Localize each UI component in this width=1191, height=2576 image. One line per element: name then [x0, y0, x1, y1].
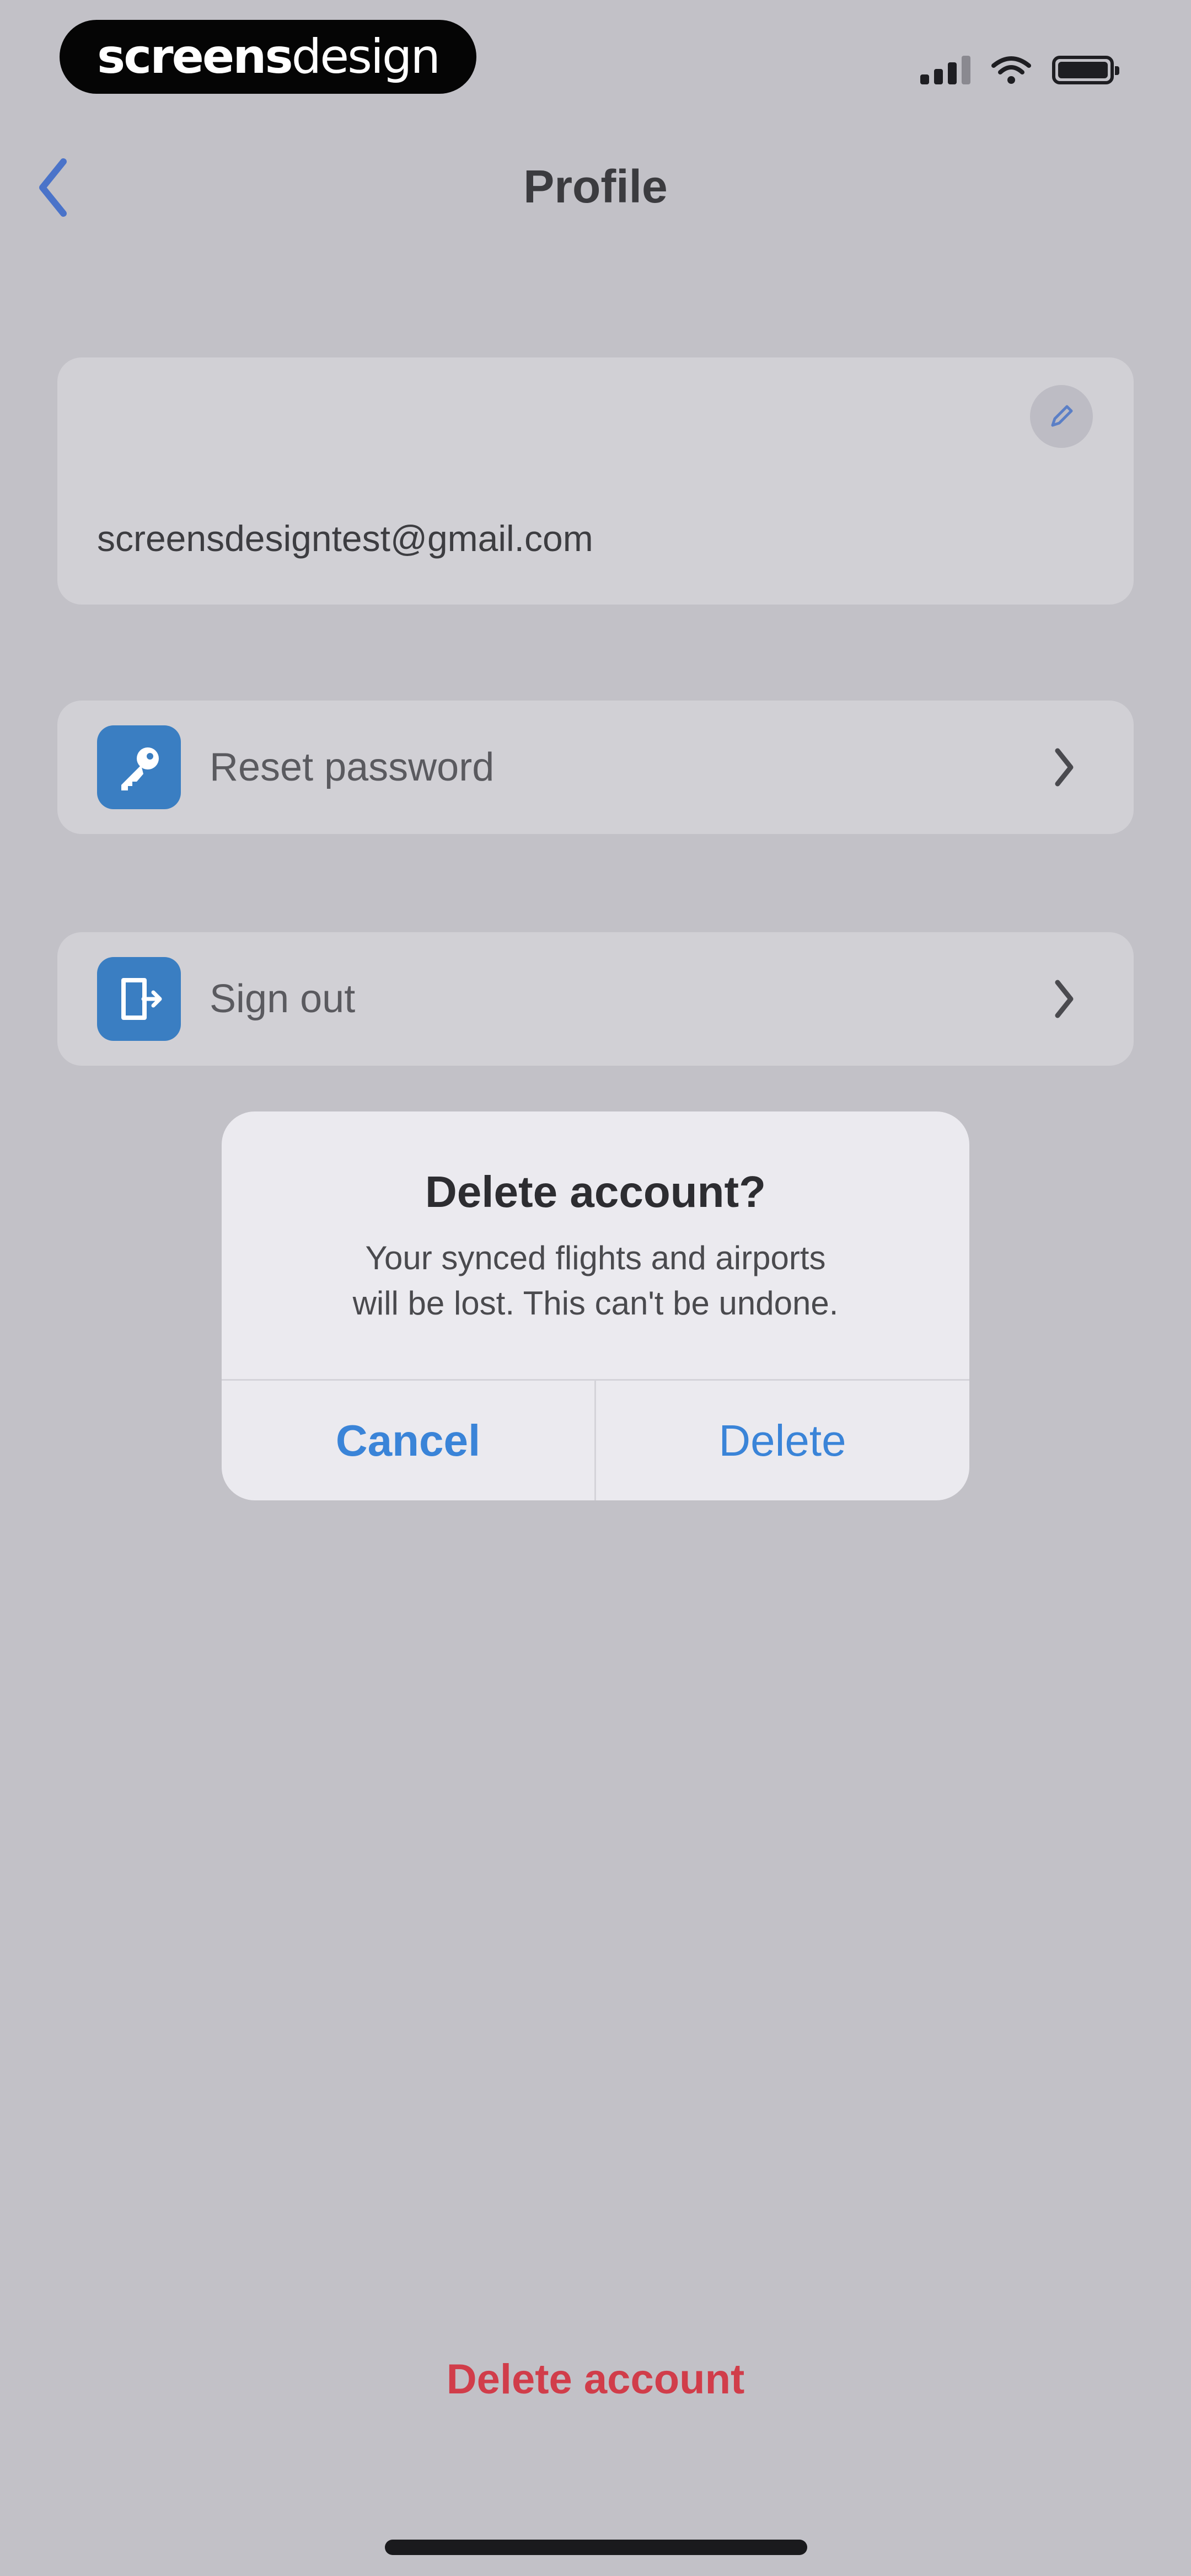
edit-profile-button[interactable]	[1030, 385, 1093, 448]
cancel-button[interactable]: Cancel	[222, 1381, 594, 1500]
sign-out-label: Sign out	[210, 977, 356, 1021]
delete-account-button[interactable]: Delete account	[0, 2355, 1191, 2403]
alert-message-line-2: will be lost. This can't be undone.	[352, 1285, 839, 1322]
profile-card: screensdesigntest@gmail.com	[57, 357, 1134, 605]
brand-watermark: screens design	[60, 20, 476, 94]
page-title: Profile	[523, 161, 668, 212]
alert-title: Delete account?	[425, 1167, 766, 1216]
home-indicator[interactable]	[385, 2540, 807, 2555]
sign-out-row[interactable]: Sign out	[57, 932, 1134, 1066]
chevron-right-icon	[1048, 745, 1081, 789]
reset-password-label: Reset password	[210, 745, 495, 789]
delete-account-alert: Delete account? Your synced flights and …	[222, 1111, 969, 1500]
brand-bold-text: screens	[97, 29, 293, 84]
reset-password-row[interactable]: Reset password	[57, 701, 1134, 834]
status-icons	[920, 51, 1119, 89]
battery-icon	[1052, 56, 1119, 84]
profile-email: screensdesigntest@gmail.com	[97, 518, 593, 559]
wifi-icon	[991, 56, 1031, 84]
delete-button[interactable]: Delete	[596, 1381, 969, 1500]
cellular-signal-icon	[920, 56, 970, 84]
profile-screen: screens design Profile screensdesigntest@…	[0, 0, 1191, 2576]
chevron-right-icon	[1048, 977, 1081, 1021]
door-exit-icon	[97, 957, 181, 1041]
alert-message: Your synced flights and airports will be…	[288, 1236, 903, 1326]
brand-light-text: design	[291, 29, 441, 84]
alert-message-line-1: Your synced flights and airports	[365, 1239, 826, 1276]
key-icon	[97, 725, 181, 809]
pencil-icon	[1051, 405, 1073, 427]
